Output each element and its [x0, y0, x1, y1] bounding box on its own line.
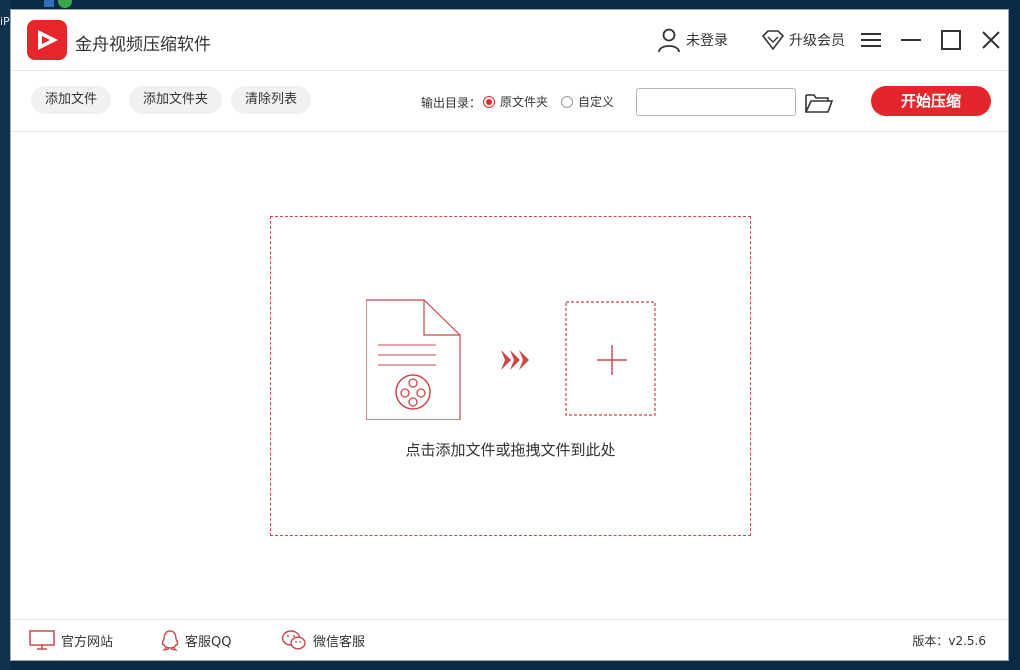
document-icon [366, 299, 461, 420]
browse-folder-button[interactable] [804, 92, 834, 114]
add-folder-button[interactable]: 添加文件夹 [129, 86, 223, 114]
radio-custom-label: 自定义 [578, 95, 615, 109]
target-box [565, 301, 656, 416]
close-button[interactable] [971, 20, 1011, 60]
file-drop-zone[interactable]: 点击添加文件或拖拽文件到此处 [270, 216, 751, 536]
radio-original-label: 原文件夹 [500, 95, 549, 109]
desktop-shortcut-icon [44, 0, 54, 7]
upgrade-vip-button[interactable]: 升级会员 [761, 20, 845, 60]
output-path-input[interactable] [636, 88, 796, 116]
toolbar: 添加文件 添加文件夹 清除列表 输出目录： 原文件夹 自定义 开始压缩 [11, 70, 1008, 132]
official-site-link[interactable]: 官方网站 [29, 620, 113, 660]
desktop-edge-text: iPra [0, 15, 10, 28]
minimize-button[interactable] [891, 20, 931, 60]
clear-list-button[interactable]: 清除列表 [231, 86, 312, 114]
output-dir-label: 输出目录： [421, 96, 482, 110]
add-file-button[interactable]: 添加文件 [31, 86, 112, 114]
diamond-icon [761, 30, 785, 51]
menu-icon [861, 33, 881, 47]
start-compress-button[interactable]: 开始压缩 [871, 86, 991, 116]
radio-dot [483, 95, 495, 108]
app-window: 金舟视频压缩软件 未登录 升级会员 添加文件 添加文件夹 清除列表 输出目录： … [10, 9, 1009, 661]
maximize-button[interactable] [931, 20, 971, 60]
folder-open-icon [805, 94, 834, 113]
desktop-app-icon [58, 0, 72, 8]
minimize-icon [901, 39, 921, 41]
wechat-support-label: 微信客服 [313, 634, 366, 650]
close-icon [982, 31, 1000, 49]
logo-icon [27, 20, 67, 60]
vip-label: 升级会员 [789, 33, 845, 49]
radio-dot [561, 95, 573, 108]
wechat-support-link[interactable]: 微信客服 [281, 620, 365, 660]
radio-custom-folder[interactable]: 自定义 [561, 93, 614, 110]
version-label: 版本：v2.5.6 [912, 634, 986, 648]
login-button[interactable]: 未登录 [656, 20, 728, 60]
plus-icon [597, 345, 627, 375]
title-bar: 金舟视频压缩软件 未登录 升级会员 [11, 10, 1008, 71]
login-label: 未登录 [686, 33, 728, 49]
radio-original-folder[interactable]: 原文件夹 [483, 93, 548, 110]
app-title: 金舟视频压缩软件 [75, 35, 211, 55]
arrows-icon [501, 350, 529, 370]
qq-support-label: 客服QQ [185, 634, 232, 650]
desktop-icons [42, 0, 82, 8]
qq-support-link[interactable]: 客服QQ [161, 620, 231, 660]
desktop-edge: iPra [0, 0, 10, 670]
drop-illustration [366, 299, 656, 420]
menu-button[interactable] [851, 20, 891, 60]
qq-icon [161, 630, 179, 651]
user-icon [658, 28, 680, 53]
wechat-icon [281, 630, 306, 650]
monitor-icon [29, 630, 55, 650]
maximize-icon [941, 30, 961, 50]
drop-hint-text: 点击添加文件或拖拽文件到此处 [405, 441, 616, 459]
official-site-label: 官方网站 [61, 634, 114, 650]
footer: 官方网站 客服QQ 微信客服 版本：v2.5.6 [11, 619, 1008, 660]
